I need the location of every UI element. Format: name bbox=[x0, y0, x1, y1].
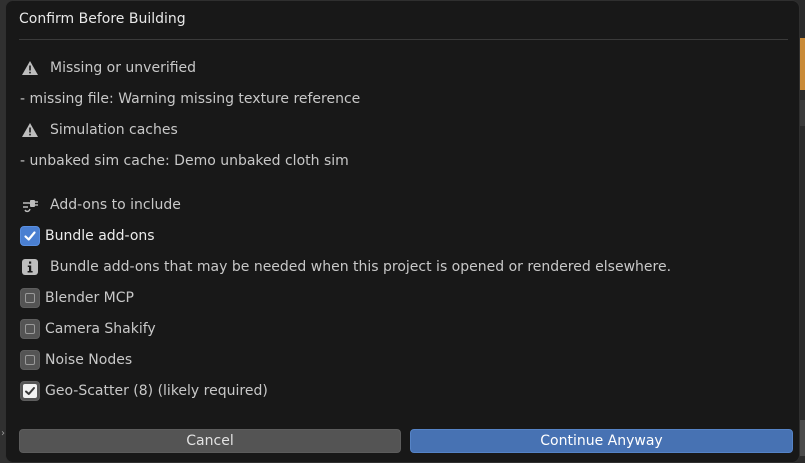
caches-heading-row: Simulation caches bbox=[20, 119, 787, 141]
addon-label: Blender MCP bbox=[45, 290, 134, 306]
addons-info-row: Bundle add-ons that may be needed when t… bbox=[20, 256, 787, 278]
addons-heading-row: Add-ons to include bbox=[20, 194, 787, 216]
addons-info-text: Bundle add-ons that may be needed when t… bbox=[50, 259, 672, 275]
plugin-icon bbox=[20, 195, 40, 215]
addon-label: Geo-Scatter (8) (likely required) bbox=[45, 383, 268, 399]
addon-item-noise-nodes[interactable]: Noise Nodes bbox=[20, 349, 787, 371]
addon-item-blender-mcp[interactable]: Blender MCP bbox=[20, 287, 787, 309]
addon-label: Camera Shakify bbox=[45, 321, 156, 337]
missing-heading: Missing or unverified bbox=[50, 60, 197, 76]
cancel-button[interactable]: Cancel bbox=[19, 429, 401, 453]
dialog-title: Confirm Before Building bbox=[19, 11, 186, 27]
addon-checkbox[interactable] bbox=[20, 319, 40, 339]
check-icon bbox=[25, 387, 35, 395]
bundle-addons-checkbox[interactable] bbox=[20, 226, 40, 246]
missing-item-row: - missing file: Warning missing texture … bbox=[20, 88, 787, 110]
check-icon bbox=[24, 231, 36, 241]
addon-checkbox[interactable] bbox=[20, 381, 40, 401]
warning-icon bbox=[20, 58, 40, 78]
bundle-addons-label: Bundle add-ons bbox=[45, 228, 155, 244]
info-icon bbox=[20, 257, 40, 277]
addon-item-geo-scatter[interactable]: Geo-Scatter (8) (likely required) bbox=[20, 380, 787, 402]
confirm-dialog: Confirm Before Building Missing or unver… bbox=[5, 0, 800, 463]
missing-heading-row: Missing or unverified bbox=[20, 57, 787, 79]
caches-item: - unbaked sim cache: Demo unbaked cloth … bbox=[20, 153, 349, 169]
caches-item-row: - unbaked sim cache: Demo unbaked cloth … bbox=[20, 150, 787, 172]
addons-heading: Add-ons to include bbox=[50, 197, 181, 213]
caches-heading: Simulation caches bbox=[50, 122, 178, 138]
bundle-addons-toggle[interactable]: Bundle add-ons bbox=[20, 225, 787, 247]
warning-icon bbox=[20, 120, 40, 140]
addon-item-camera-shakify[interactable]: Camera Shakify bbox=[20, 318, 787, 340]
continue-anyway-button[interactable]: Continue Anyway bbox=[410, 429, 793, 453]
addon-label: Noise Nodes bbox=[45, 352, 133, 368]
title-divider bbox=[19, 39, 788, 40]
missing-item: - missing file: Warning missing texture … bbox=[20, 91, 361, 107]
addon-checkbox[interactable] bbox=[20, 350, 40, 370]
addon-checkbox[interactable] bbox=[20, 288, 40, 308]
